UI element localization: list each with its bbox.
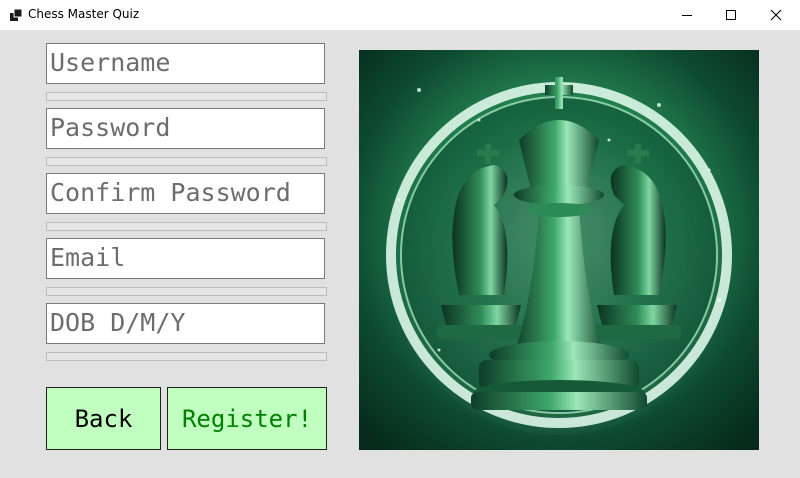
close-button[interactable] — [753, 0, 798, 30]
minimize-icon — [681, 15, 692, 16]
maximize-icon — [725, 10, 736, 20]
register-button[interactable]: Register! — [167, 387, 327, 450]
username-strength-bar — [46, 92, 327, 101]
email-status-bar — [46, 287, 327, 296]
dob-placeholder: DOB D/M/Y — [50, 308, 186, 337]
title-bar: Chess Master Quiz — [0, 0, 800, 30]
minimize-button[interactable] — [664, 0, 709, 30]
dob-status-bar — [46, 352, 327, 361]
confirm-password-status-bar — [46, 222, 327, 231]
confirm-password-placeholder: Confirm Password — [50, 178, 291, 207]
email-placeholder: Email — [50, 243, 126, 272]
back-button[interactable]: Back — [46, 387, 161, 450]
app-icon — [10, 8, 23, 21]
window-title: Chess Master Quiz — [28, 7, 140, 21]
maximize-button[interactable] — [708, 0, 753, 30]
username-placeholder: Username — [50, 48, 171, 77]
email-field[interactable]: Email — [46, 238, 325, 279]
password-placeholder: Password — [50, 113, 171, 142]
confirm-password-field[interactable]: Confirm Password — [46, 173, 325, 214]
password-strength-bar — [46, 157, 327, 166]
chess-logo-image — [359, 50, 759, 450]
close-icon — [770, 9, 781, 21]
chess-pieces-icon — [359, 50, 759, 450]
password-field[interactable]: Password — [46, 108, 325, 149]
dob-field[interactable]: DOB D/M/Y — [46, 303, 325, 344]
username-field[interactable]: Username — [46, 43, 325, 84]
